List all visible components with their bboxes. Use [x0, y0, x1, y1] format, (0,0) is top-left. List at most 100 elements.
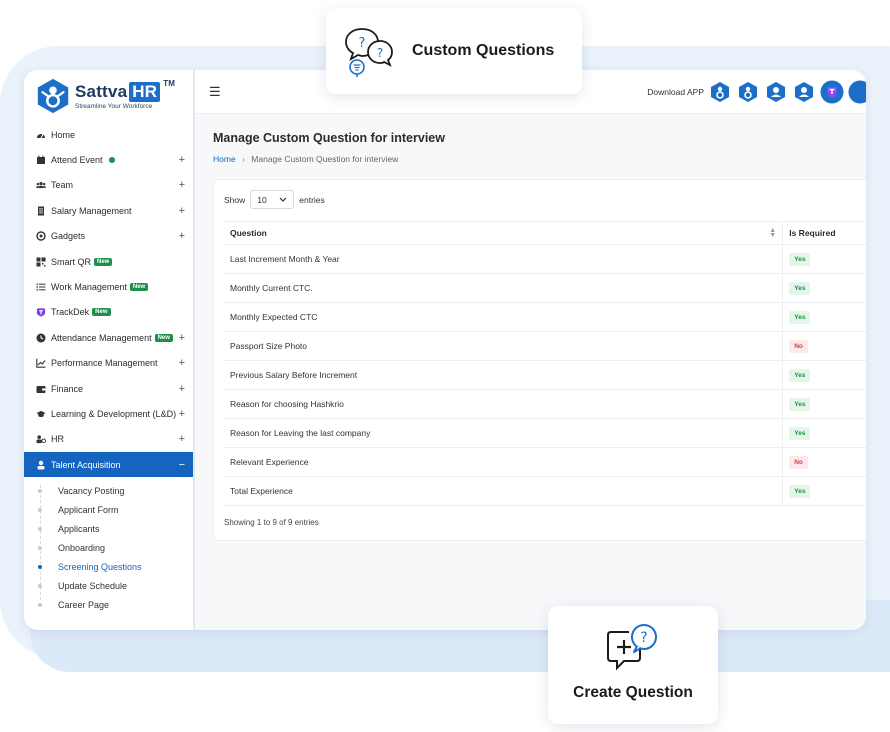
expand-icon[interactable]: +: [179, 230, 185, 242]
sidebar-item-team[interactable]: Team +: [24, 173, 193, 198]
required-badge: Yes: [789, 397, 811, 411]
brand-name-highlight: HR: [129, 82, 161, 102]
table-row[interactable]: Reason for Leaving the last company Yes: [224, 418, 866, 448]
entries-label: entries: [299, 194, 325, 205]
brand-logo[interactable]: Sattva HR TM Streamline Your Workforce: [24, 70, 193, 122]
table-row[interactable]: Previous Salary Before Increment Yes: [224, 360, 866, 390]
sidebar-item-attend-event[interactable]: Attend Event +: [24, 147, 193, 172]
download-app-label[interactable]: Download APP: [647, 87, 704, 97]
create-question-callout[interactable]: ? Create Question: [548, 606, 718, 724]
sidebar-item-performance-management[interactable]: Performance Management +: [24, 351, 193, 376]
sidebar-item-talent-acquisition[interactable]: Talent Acquisition −: [24, 452, 193, 478]
expand-icon[interactable]: +: [179, 179, 185, 191]
table-row[interactable]: Passport Size Photo No: [224, 331, 866, 361]
expand-icon[interactable]: +: [179, 383, 185, 395]
svg-text:?: ?: [359, 36, 366, 51]
required-badge: Yes: [789, 368, 811, 382]
required-badge: Yes: [789, 310, 811, 324]
svg-text:?: ?: [377, 46, 383, 60]
app-profile-icon-2[interactable]: [792, 80, 816, 104]
breadcrumb: Home › Manage Custom Question for interv…: [213, 154, 398, 164]
status-dot: [108, 157, 115, 164]
sidebar-item-gadgets[interactable]: Gadgets +: [24, 224, 193, 249]
sidebar-item-home[interactable]: Home: [24, 122, 193, 147]
user-icon: [36, 460, 46, 470]
sidebar-item-trackdek[interactable]: TrackDek New: [24, 300, 193, 325]
table-row[interactable]: Last Increment Month & Year Yes: [224, 244, 866, 274]
svg-text:?: ?: [640, 630, 647, 646]
submenu-item-update-schedule[interactable]: Update Schedule: [24, 576, 193, 595]
sidebar-item-label: Attendance Management: [51, 332, 152, 343]
sidebar-item-label: Learning & Development (L&D): [51, 408, 177, 419]
user-avatar-icon[interactable]: [848, 80, 866, 104]
question-cell: Previous Salary Before Increment: [224, 360, 784, 390]
new-badge: New: [94, 257, 113, 266]
sort-icon[interactable]: ▲ ▼: [769, 227, 776, 239]
entries-select[interactable]: 10: [250, 190, 295, 209]
graduation-icon: [36, 409, 46, 419]
sidebar-item-label: Work Management: [51, 282, 127, 293]
submenu-item-vacancy-posting[interactable]: Vacancy Posting: [24, 481, 193, 500]
top-app-icons: [708, 80, 866, 104]
menu-toggle-icon[interactable]: ☰: [209, 84, 221, 100]
table-row[interactable]: Monthly Current CTC. Yes: [224, 273, 866, 303]
question-cell: Monthly Current CTC.: [224, 273, 784, 303]
column-header-question[interactable]: Question ▲ ▼: [224, 221, 784, 245]
sidebar-item-smart-qr[interactable]: Smart QR New: [24, 249, 193, 274]
sidebar-item-label: TrackDek: [51, 307, 90, 318]
clock-icon: [36, 333, 46, 343]
questions-card: Show 10 entries Question ▲ ▼ Is Required…: [213, 179, 866, 541]
sidebar-item-label: Team: [51, 180, 74, 191]
expand-icon[interactable]: +: [179, 154, 185, 166]
brand-name: Sattva: [75, 82, 128, 101]
hr-icon: [36, 434, 46, 444]
qr-icon: [36, 257, 46, 267]
calendar-icon: [36, 155, 46, 165]
breadcrumb-current: Manage Custom Question for interview: [251, 154, 399, 164]
submenu-item-career-page[interactable]: Career Page: [24, 595, 193, 614]
required-badge: Yes: [789, 281, 811, 295]
sidebar: Sattva HR TM Streamline Your Workforce H…: [24, 70, 195, 630]
expand-icon[interactable]: +: [179, 408, 185, 420]
breadcrumb-separator: ›: [242, 154, 245, 164]
expand-icon[interactable]: +: [179, 433, 185, 445]
submenu-item-applicant-form[interactable]: Applicant Form: [24, 500, 193, 519]
expand-icon[interactable]: +: [179, 357, 185, 369]
breadcrumb-home-link[interactable]: Home: [213, 154, 236, 164]
question-cell: Passport Size Photo: [224, 331, 784, 361]
table-row[interactable]: Total Experience Yes: [224, 476, 866, 506]
trackdek-app-icon[interactable]: [820, 80, 844, 104]
app-hex-icon-2[interactable]: [736, 80, 760, 104]
expand-icon[interactable]: +: [179, 332, 185, 344]
sidebar-item-attendance-management[interactable]: Attendance Management New +: [24, 325, 193, 350]
app-hex-icon[interactable]: [708, 80, 732, 104]
question-cell: Reason for Leaving the last company: [224, 418, 784, 448]
sidebar-item-finance[interactable]: Finance +: [24, 376, 193, 401]
table-row[interactable]: Reason for choosing Hashkrio Yes: [224, 389, 866, 419]
table-row[interactable]: Monthly Expected CTC Yes: [224, 302, 866, 332]
dashboard-icon: [36, 130, 46, 140]
team-icon: [36, 180, 46, 190]
submenu-item-onboarding[interactable]: Onboarding: [24, 538, 193, 557]
question-cell: Relevant Experience: [224, 447, 784, 477]
sidebar-item-hr[interactable]: HR +: [24, 427, 193, 452]
sidebar-item-label: Finance: [51, 383, 84, 394]
table-row[interactable]: Relevant Experience No: [224, 447, 866, 477]
collapse-icon[interactable]: −: [179, 459, 185, 471]
sidebar-item-label: Salary Management: [51, 205, 132, 216]
expand-icon[interactable]: +: [179, 205, 185, 217]
sidebar-item-learning-development[interactable]: Learning & Development (L&D) +: [24, 401, 193, 426]
new-badge: New: [154, 333, 173, 342]
submenu-item-applicants[interactable]: Applicants: [24, 519, 193, 538]
sidebar-item-label: Performance Management: [51, 358, 158, 369]
sidebar-item-work-management[interactable]: Work Management New: [24, 274, 193, 299]
column-header-is-required[interactable]: Is Required: [782, 221, 866, 245]
required-badge: Yes: [789, 426, 811, 440]
wallet-icon: [36, 384, 46, 394]
app-profile-icon[interactable]: [764, 80, 788, 104]
sidebar-item-salary-management[interactable]: Salary Management +: [24, 198, 193, 223]
sidebar-item-label: HR: [51, 434, 64, 445]
submenu-item-screening-questions[interactable]: Screening Questions: [24, 557, 193, 576]
questions-table: Question ▲ ▼ Is Required Last Increment M…: [224, 221, 866, 506]
show-label: Show: [224, 194, 246, 205]
